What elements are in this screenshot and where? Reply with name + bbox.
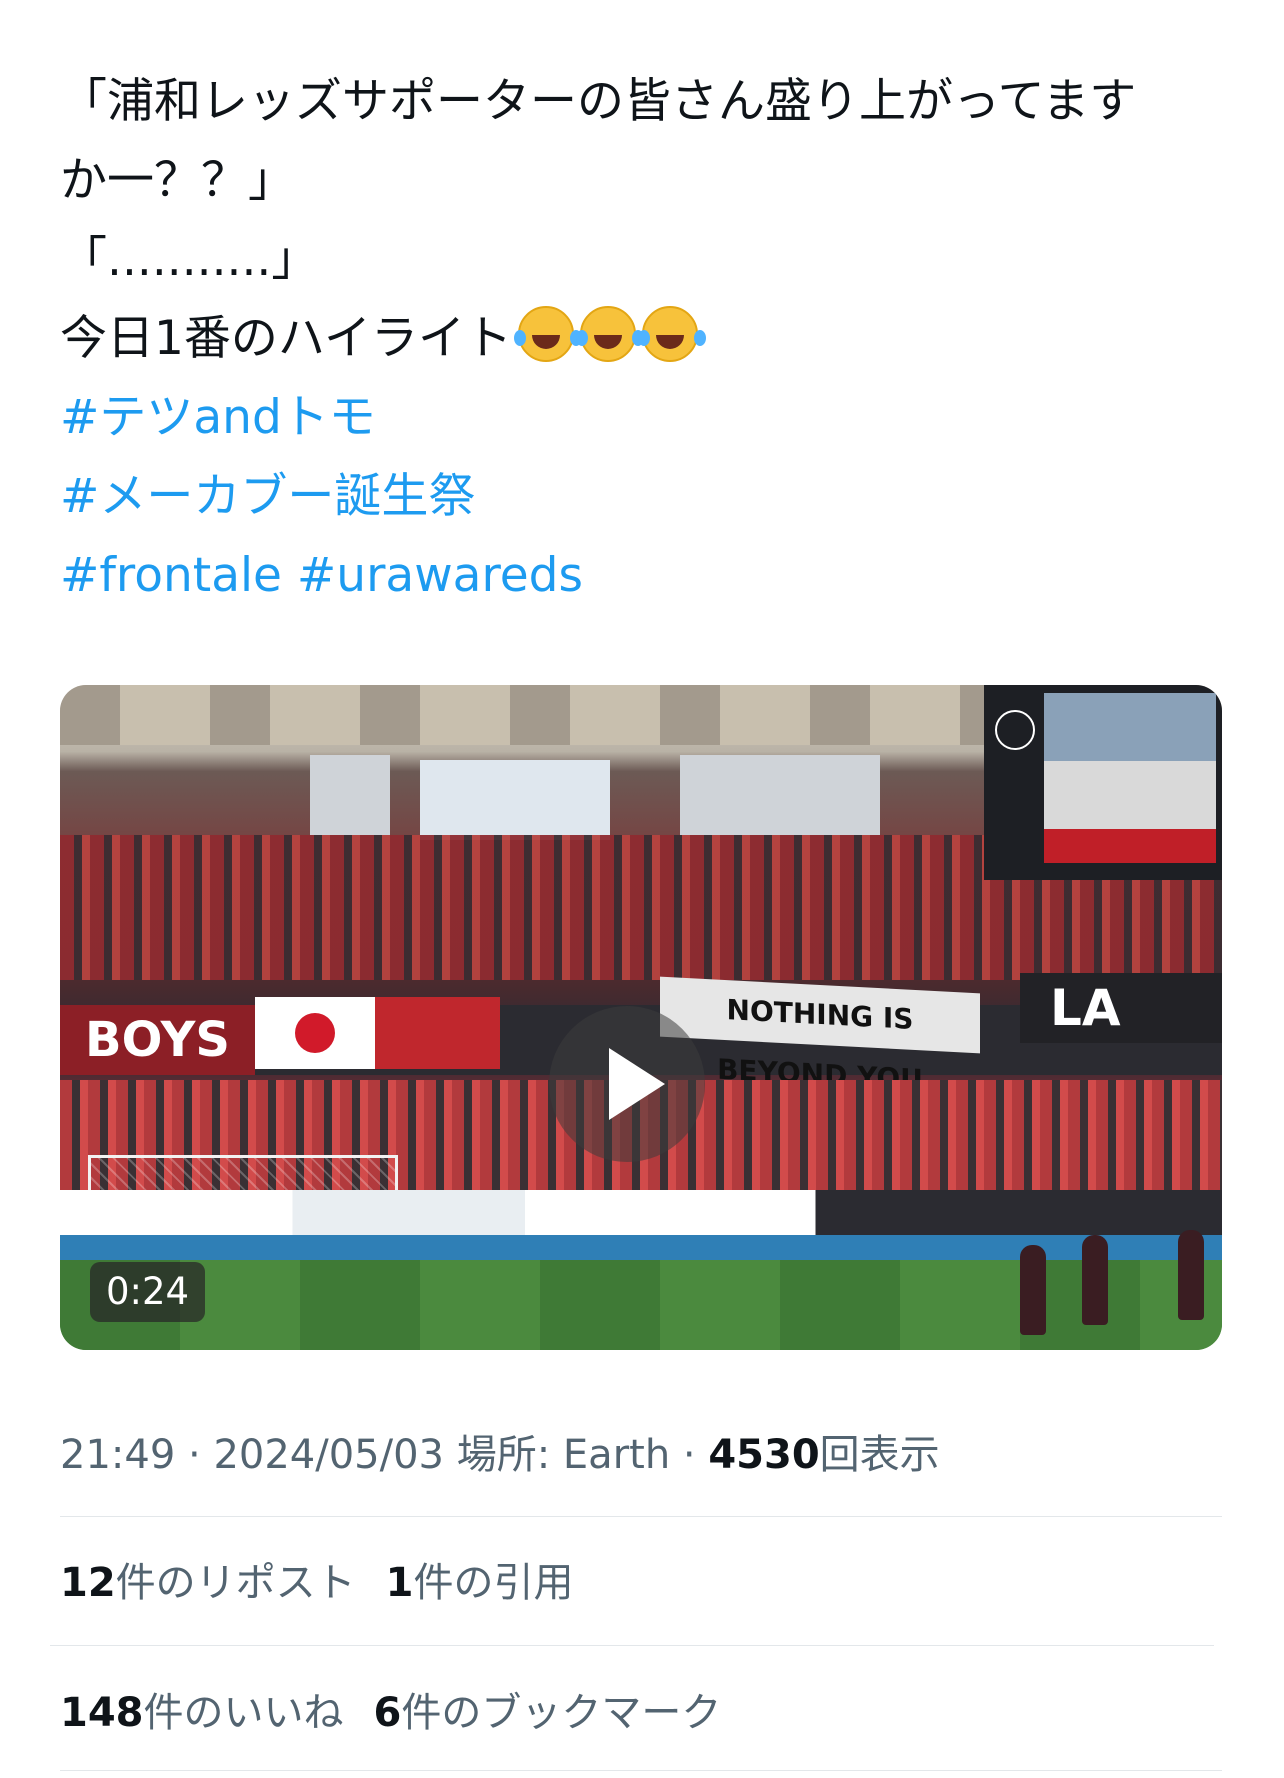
divider (60, 1516, 1222, 1517)
bookmarks-label: 件のブックマーク (401, 1690, 722, 1736)
tears-of-joy-emoji-icon (575, 306, 636, 362)
tears-of-joy-emoji-icon (637, 306, 698, 362)
japan-flag (255, 997, 375, 1069)
building (310, 755, 390, 835)
tweet-line: 「...........」 (60, 232, 319, 287)
hashtag-line: #テツandトモ (60, 378, 1230, 457)
reposts-link[interactable]: 12件のリポスト (60, 1560, 356, 1606)
pitch (60, 1260, 1222, 1350)
screen-image (1044, 693, 1216, 863)
tweet-text: 「浦和レッズサポーターの皆さん盛り上がってます か一？？」 「.........… (60, 62, 1230, 615)
reposts-count: 12 (60, 1560, 116, 1606)
tweet-meta: 21:49 · 2024/05/03 場所: Earth · 4530回表示 (60, 1422, 940, 1480)
player (1178, 1230, 1204, 1320)
likes-label: 件のいいね (143, 1690, 344, 1736)
bookmarks-link[interactable]: 6件のブックマーク (374, 1690, 722, 1736)
quotes-count: 1 (385, 1560, 414, 1606)
player (1020, 1245, 1046, 1335)
hashtag-link[interactable]: #frontale (60, 548, 282, 603)
tweet-line: 「浦和レッズサポーターの皆さん盛り上がってます (60, 74, 1137, 129)
sky-area (420, 760, 610, 840)
location-label: 場所: (456, 1432, 551, 1478)
likes-count: 148 (60, 1690, 144, 1736)
tweet-line: か一？？」 (60, 153, 295, 208)
hashtag-link[interactable]: #メーカブー誕生祭 (60, 469, 475, 524)
play-button[interactable] (549, 1006, 705, 1162)
player (1082, 1235, 1108, 1325)
bookmarks-count: 6 (373, 1690, 402, 1736)
tweet-time[interactable]: 21:49 (60, 1432, 175, 1478)
video-duration: 0:24 (90, 1262, 206, 1322)
meta-separator: · (682, 1432, 696, 1478)
hashtag-link[interactable]: #urawareds (297, 548, 583, 603)
reposts-label: 件のリポスト (115, 1560, 356, 1606)
tweet-line-text: 今日1番のハイライト (60, 311, 512, 366)
banner-boys: BOYS (60, 1005, 255, 1075)
engagement-row-1: 12件のリポスト 1件の引用 (60, 1550, 574, 1608)
divider (50, 1645, 1214, 1646)
quotes-link[interactable]: 1件の引用 (386, 1560, 574, 1606)
divider (60, 1770, 1222, 1771)
hashtag-line: #frontale #urawareds (60, 536, 1230, 615)
hashtag-line: #メーカブー誕生祭 (60, 457, 1230, 536)
club-banner (375, 997, 500, 1069)
tweet-line-with-emoji: 今日1番のハイライト (60, 299, 1230, 378)
building (680, 755, 880, 835)
clock-icon (995, 710, 1035, 750)
banner-la: LA (1020, 973, 1222, 1043)
running-track (60, 1235, 1222, 1260)
views-count: 4530 (708, 1432, 820, 1478)
hashtag-link[interactable]: #テツandトモ (60, 390, 376, 445)
location-value[interactable]: Earth (563, 1432, 670, 1478)
quotes-label: 件の引用 (413, 1560, 574, 1606)
engagement-row-2: 148件のいいね 6件のブックマーク (60, 1680, 721, 1738)
play-icon (609, 1048, 665, 1120)
views-label: 回表示 (819, 1432, 940, 1478)
meta-separator: · (188, 1432, 201, 1478)
video-player[interactable]: BOYS NOTHING IS BEYOND YOU LA 0:24 (60, 685, 1222, 1350)
ad-boards (60, 1190, 1222, 1235)
tears-of-joy-emoji-icon (513, 306, 574, 362)
tweet-date[interactable]: 2024/05/03 (213, 1432, 444, 1478)
likes-link[interactable]: 148件のいいね (60, 1690, 344, 1736)
